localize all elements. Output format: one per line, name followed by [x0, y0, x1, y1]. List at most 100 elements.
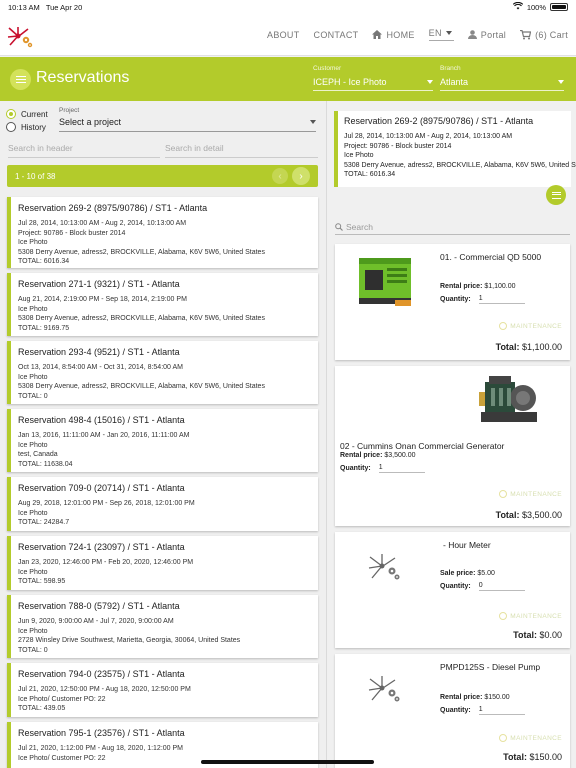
home-indicator[interactable] — [201, 760, 374, 764]
branch-select[interactable]: Branch Atlanta — [440, 65, 564, 91]
radio-current[interactable]: Current — [6, 109, 48, 119]
reservation-title: Reservation 293-4 (9521) / ST1 - Atlanta — [18, 347, 180, 357]
menu-button[interactable] — [10, 69, 31, 90]
nav-home[interactable]: HOME — [372, 30, 414, 40]
product-price: Rental price: $1,100.00 — [440, 283, 516, 290]
product-card[interactable]: - Hour Meter Sale price: $5.00 Quantity: 0 M… — [335, 532, 570, 648]
reservation-card[interactable]: Reservation 271-1 (9321) / ST1 - Atlanta… — [7, 273, 318, 336]
nav-portal[interactable]: Portal — [467, 30, 506, 40]
customer-select[interactable]: Customer ICEPH - Ice Photo — [313, 65, 433, 91]
detail-line: Jul 28, 2014, 10:13:00 AM - Aug 2, 2014,… — [344, 133, 513, 140]
reservation-line: Project: 90786 - Block buster 2014 — [18, 229, 126, 237]
maintenance-button[interactable]: MAINTENANCE — [499, 612, 562, 620]
quantity-field: Quantity: 0 — [440, 582, 525, 591]
total-value: $0.00 — [539, 630, 562, 640]
radio-history[interactable]: History — [6, 122, 48, 132]
detail-line: TOTAL: 6016.34 — [344, 171, 396, 178]
reservation-line: Jul 28, 2014, 10:13:00 AM - Aug 2, 2014,… — [18, 220, 187, 227]
radio-circle — [6, 109, 16, 119]
reservation-line: Ice Photo — [18, 305, 48, 313]
company-logo[interactable] — [6, 24, 34, 50]
detail-menu-button[interactable] — [546, 185, 566, 205]
reservation-line: TOTAL: 0 — [18, 646, 48, 654]
nav-about[interactable]: ABOUT — [267, 30, 300, 40]
maintenance-icon — [499, 612, 508, 620]
project-value: Select a project — [59, 117, 122, 127]
reservation-title: Reservation 724-1 (23097) / ST1 - Atlant… — [18, 542, 185, 552]
product-name: 01. - Commercial QD 5000 — [440, 252, 542, 262]
nav-links: ABOUT CONTACT HOME EN Portal (6) Cart — [267, 28, 568, 41]
reservation-title: Reservation 498-4 (15016) / ST1 - Atlant… — [18, 415, 185, 425]
product-image — [477, 372, 541, 432]
reservation-line: Aug 29, 2018, 12:01:00 PM - Sep 26, 2018… — [18, 500, 195, 507]
product-card[interactable]: 01. - Commercial QD 5000 Rental price: $1… — [335, 244, 570, 360]
maintenance-icon — [499, 734, 508, 742]
reservation-line: TOTAL: 6016.34 — [18, 258, 70, 265]
reservation-line: 5308 Derry Avenue, adress2, BROCKVILLE, … — [18, 315, 265, 322]
total-label: Total: — [495, 342, 520, 352]
search-icon — [335, 223, 343, 231]
maintenance-button[interactable]: MAINTENANCE — [499, 322, 562, 330]
top-nav: ABOUT CONTACT HOME EN Portal (6) Cart — [0, 14, 576, 56]
product-card[interactable]: 02 - Cummins Onan Commercial Generator Re… — [335, 366, 570, 526]
chevron-down-icon — [310, 120, 316, 124]
reservation-line: test, Canada — [18, 451, 58, 458]
price-label: Rental price: — [440, 694, 483, 701]
maintenance-button[interactable]: MAINTENANCE — [499, 490, 562, 498]
prev-page-button[interactable]: ‹ — [272, 168, 288, 184]
reservation-line: TOTAL: 439.05 — [18, 705, 66, 712]
quantity-input[interactable]: 1 — [378, 464, 425, 473]
price-label: Sale price: — [440, 570, 476, 577]
reservation-title: Reservation 271-1 (9321) / ST1 - Atlanta — [18, 279, 180, 289]
reservation-list: Reservation 269-2 (8975/90786) / ST1 - A… — [7, 197, 318, 768]
total-label: Total: — [513, 630, 537, 640]
reservation-line: TOTAL: 11638.04 — [18, 460, 73, 468]
product-card[interactable]: PMPD125S - Diesel Pump Rental price: $150… — [335, 654, 570, 768]
search-header-input[interactable]: Search in header — [8, 141, 160, 158]
product-name: 02 - Cummins Onan Commercial Generator — [340, 441, 505, 451]
reservation-line: 2728 Winsley Drive Southwest, Marietta, … — [18, 637, 241, 644]
reservation-detail-card: Reservation 269-2 (8975/90786) / ST1 - A… — [334, 111, 576, 187]
status-right: 100% — [512, 1, 568, 12]
reservation-list-panel: Current History Project Select a project… — [0, 101, 326, 768]
total-label: Total: — [503, 752, 527, 762]
maintenance-button[interactable]: MAINTENANCE — [499, 734, 562, 742]
cart-icon — [520, 29, 532, 39]
product-search-input[interactable]: Search — [335, 220, 570, 235]
reservation-card[interactable]: Reservation 794-0 (23575) / ST1 - Atlant… — [7, 663, 318, 717]
reservation-line: Ice Photo — [18, 627, 48, 635]
project-label: Project — [59, 107, 80, 114]
quantity-input[interactable]: 1 — [478, 295, 525, 304]
next-page-button[interactable]: › — [292, 167, 310, 185]
status-radio-group: Current History — [6, 109, 48, 135]
reservation-line: Ice Photo — [18, 568, 48, 576]
reservation-card[interactable]: Reservation 788-0 (5792) / ST1 - Atlanta… — [7, 595, 318, 658]
search-detail-input[interactable]: Search in detail — [165, 141, 318, 158]
reservation-card[interactable]: Reservation 293-4 (9521) / ST1 - Atlanta… — [7, 341, 318, 404]
reservation-line: Ice Photo — [18, 373, 48, 381]
reservation-card[interactable]: Reservation 269-2 (8975/90786) / ST1 - A… — [7, 197, 318, 268]
status-time: 10:13 AM — [8, 2, 40, 12]
product-image — [367, 674, 403, 706]
reservation-line: 5308 Derry Avenue, adress2, BROCKVILLE, … — [18, 248, 265, 256]
home-icon — [372, 30, 383, 39]
reservation-card[interactable]: Reservation 724-1 (23097) / ST1 - Atlant… — [7, 536, 318, 590]
total-value: $150.00 — [529, 752, 562, 762]
quantity-input[interactable]: 1 — [478, 706, 525, 715]
detail-title: Reservation 269-2 (8975/90786) / ST1 - A… — [344, 116, 534, 126]
hamburger-icon — [15, 76, 26, 83]
reservation-line: 5308 Derry Avenue, adress2, BROCKVILLE, … — [18, 383, 265, 390]
nav-contact[interactable]: CONTACT — [314, 30, 359, 40]
maintenance-label: MAINTENANCE — [510, 490, 562, 498]
reservation-card[interactable]: Reservation 498-4 (15016) / ST1 - Atlant… — [7, 409, 318, 472]
nav-cart[interactable]: (6) Cart — [520, 29, 568, 40]
reservation-title: Reservation 788-0 (5792) / ST1 - Atlanta — [18, 601, 180, 611]
language-select[interactable]: EN — [428, 28, 454, 41]
quantity-input[interactable]: 0 — [478, 582, 525, 591]
chevron-down-icon — [445, 31, 452, 35]
quantity-field: Quantity: 1 — [440, 706, 525, 715]
reservation-line: Aug 21, 2014, 2:19:00 PM - Sep 18, 2014,… — [18, 296, 187, 303]
reservation-card[interactable]: Reservation 709-0 (20714) / ST1 - Atlant… — [7, 477, 318, 531]
project-select[interactable]: Project Select a project — [59, 107, 316, 132]
reservation-line: Jan 23, 2020, 12:46:00 PM - Feb 20, 2020… — [18, 559, 194, 566]
